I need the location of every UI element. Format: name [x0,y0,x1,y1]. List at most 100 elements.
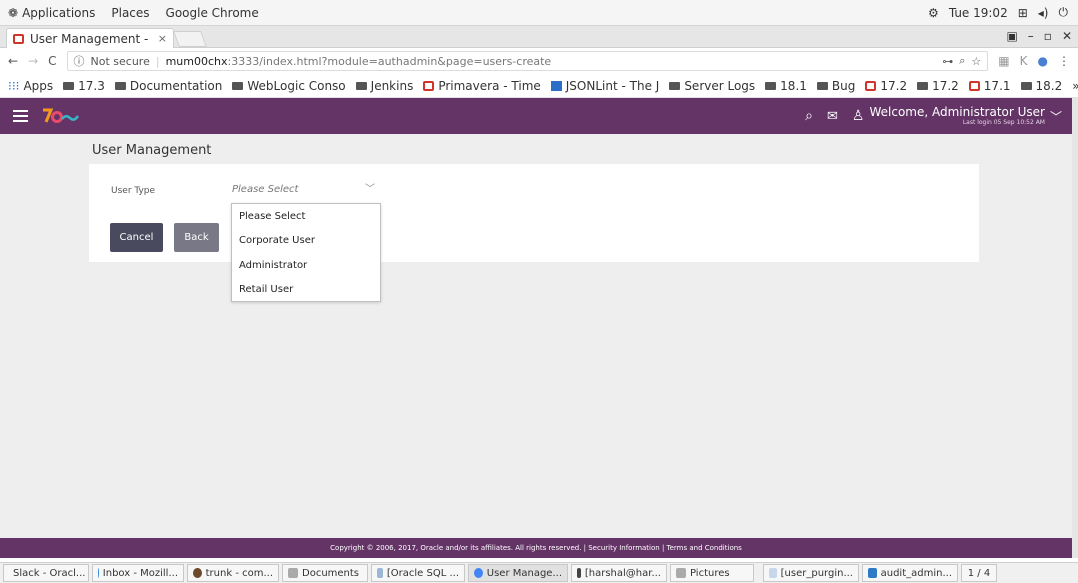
terminal-icon [577,568,581,578]
clock[interactable]: Tue 19:02 [949,6,1008,20]
mail-icon[interactable]: ✉ [827,109,838,124]
last-login-text: Last login 05 Sep 10:52 AM [962,119,1045,126]
taskbar-item-label: Slack - Oracl... [13,567,86,579]
tab-title: User Management - [30,31,149,46]
dropdown-option[interactable]: Please Select [232,204,380,229]
folder-icon [288,568,298,578]
key-icon[interactable]: ⊶ [942,55,953,68]
minimize-icon[interactable]: – [1028,29,1034,43]
browser-tab-active[interactable]: User Management - × [6,28,174,48]
dropdown-option[interactable]: Corporate User [232,229,380,254]
url-host: mum00chx [165,54,228,68]
taskbar-item-label: Documents [302,567,360,579]
back-button[interactable]: Back [174,223,219,252]
omnibox-separator: | [155,54,160,68]
text-file-icon [868,568,877,578]
bookmark-item[interactable]: Bug [816,79,855,93]
folder-icon [114,81,126,90]
taskbar-item[interactable]: User Manage... [468,564,568,582]
taskbar-item[interactable]: Inbox - Mozill... [92,564,184,582]
bookmark-apps[interactable]: ⁝⁝⁝ Apps [8,79,53,93]
bookmark-item[interactable]: 18.1 [765,79,807,93]
reload-icon[interactable]: C [48,54,56,68]
power-icon[interactable]: ⏻ [1059,5,1069,20]
oracle-favicon-icon [13,33,24,44]
volume-icon[interactable]: ◂) [1038,6,1049,20]
bookmark-item[interactable]: Jenkins [355,79,413,93]
chevron-down-icon: ﹀ [1049,109,1062,124]
page-scrollbar[interactable] [1072,98,1078,558]
bookmark-label: 17.2 [880,78,908,93]
oracle-icon [865,80,877,91]
chevron-down-icon[interactable]: ﹀ [365,180,375,195]
taskbar-item[interactable]: trunk - com... [187,564,279,582]
places-menu[interactable]: Places [103,6,157,20]
window-close-icon[interactable]: ✕ [1062,29,1072,43]
zoom-icon[interactable]: ⌕ [959,54,965,68]
bookmark-item[interactable]: Primavera - Time [423,79,541,93]
new-tab-button[interactable] [173,31,207,47]
bookmark-item[interactable]: Server Logs [669,79,755,93]
taskbar-item[interactable]: Documents [282,564,368,582]
bookmark-item[interactable]: 18.2 [1020,79,1062,93]
app-logo-icon[interactable] [40,106,80,126]
oracle-icon [423,80,435,91]
bookmarks-more[interactable]: » [1072,79,1078,93]
hamburger-menu-icon[interactable] [0,110,40,122]
profile-icon[interactable]: ▣ [1006,29,1017,43]
dropdown-option[interactable]: Administrator [232,253,380,278]
maximize-icon[interactable]: ▫ [1044,29,1052,43]
dropdown-option[interactable]: Retail User [232,278,380,303]
chrome-menu[interactable]: Google Chrome [158,6,267,20]
taskbar-item-label: [user_purgin... [780,567,853,579]
user-type-select[interactable]: Please Select [232,184,298,195]
star-icon[interactable]: ☆ [971,55,981,68]
accessibility-icon[interactable]: ⚙ [928,6,939,20]
bookmark-label: 17.1 [983,78,1011,93]
taskbar-item-label: Pictures [690,567,730,579]
thunderbird-icon [98,568,99,578]
bookmark-item[interactable]: Documentation [114,79,222,93]
page-title: User Management [92,143,212,158]
apps-grid-icon: ⁝⁝⁝ [8,78,20,93]
taskbar-item[interactable]: [user_purgin... [763,564,859,582]
network-icon[interactable]: ⊞ [1018,6,1028,20]
extension-k-icon[interactable]: K [1020,54,1028,68]
taskbar-item[interactable]: [harshal@har... [571,564,667,582]
forward-arrow-icon[interactable]: → [28,54,38,68]
bookmarks-bar: ⁝⁝⁝ Apps 17.3 Documentation WebLogic Cons… [0,74,1078,98]
extension-icon[interactable]: ▦ [998,54,1009,68]
user-menu[interactable]: ♙ Welcome, Administrator User Last login… [852,106,1062,126]
bookmark-label: 17.3 [78,78,105,93]
places-menu-label: Places [111,5,150,20]
main-content: User Management User Type Please Select … [0,134,1072,538]
bookmark-item[interactable]: 17.2 [917,79,959,93]
url-path: :3333/index.html?module=authadmin&page=u… [227,54,552,68]
taskbar-item-label: User Manage... [486,567,562,579]
bookmark-item[interactable]: 17.3 [63,79,105,93]
back-arrow-icon[interactable]: ← [8,54,18,68]
workspace-switcher[interactable]: 1 / 4 [961,564,997,582]
applications-menu[interactable]: ❁ Applications [0,6,103,20]
taskbar-item[interactable]: Slack - Oracl... [3,564,89,582]
bookmark-item[interactable]: 17.2 [865,79,907,93]
bookmark-item[interactable]: JSONLint - The J [550,79,659,93]
chrome-menu-icon[interactable]: ⋮ [1058,54,1070,68]
text-file-icon [769,568,777,578]
cancel-button[interactable]: Cancel [110,223,163,252]
bookmark-label: Server Logs [684,78,756,93]
taskbar-item[interactable]: Pictures [670,564,754,582]
bookmark-item[interactable]: WebLogic Conso [232,79,346,93]
bookmark-item[interactable]: 17.1 [968,78,1011,93]
tab-close-icon[interactable]: × [158,32,167,45]
taskbar-item[interactable]: audit_admin... [862,564,958,582]
extension-blue-icon[interactable]: ● [1038,54,1048,68]
address-bar[interactable]: ⓘ Not secure | mum00chx:3333/index.html?… [66,51,989,71]
app-header: ⌕ ✉ ♙ Welcome, Administrator User Last l… [0,98,1072,134]
browser-tabstrip: User Management - × ▣ – ▫ ✕ [0,26,1078,48]
taskbar-item[interactable]: [Oracle SQL ... [371,564,465,582]
chrome-menu-label: Google Chrome [165,5,259,20]
search-icon[interactable]: ⌕ [805,108,813,124]
taskbar-item-label: [harshal@har... [584,567,661,579]
chrome-icon [474,568,483,578]
